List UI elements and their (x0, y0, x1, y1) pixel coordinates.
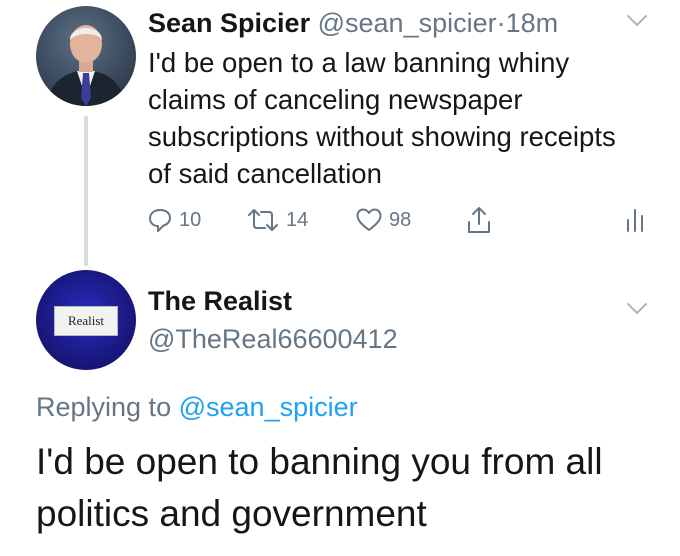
retweet-button[interactable]: 14 (246, 204, 308, 236)
chevron-down-icon[interactable] (624, 300, 650, 318)
replying-to-line: Replying to @sean_spicier (36, 390, 358, 424)
avatar-the-realist[interactable]: Realist (36, 270, 136, 370)
tweet-header: Sean Spicier @sean_spicier·18m (148, 6, 558, 40)
share-icon (468, 207, 490, 233)
analytics-button[interactable] (624, 204, 646, 236)
avatar-photo (46, 25, 126, 106)
thread-line (84, 116, 88, 266)
author-name[interactable]: Sean Spicier (148, 8, 310, 38)
retweet-icon (248, 209, 278, 231)
retweet-count: 14 (286, 208, 309, 231)
author-name[interactable]: The Realist (148, 284, 292, 318)
avatar-sean-spicier[interactable] (36, 6, 136, 106)
reply-count: 10 (179, 208, 202, 231)
reply-icon (149, 209, 171, 232)
chevron-down-icon[interactable] (624, 12, 650, 30)
like-button[interactable]: 98 (355, 204, 411, 236)
timestamp[interactable]: 18m (506, 8, 559, 38)
like-count: 98 (389, 208, 412, 231)
reply-button[interactable]: 10 (147, 204, 201, 236)
tweet-text: I'd be open to a law banning whiny claim… (148, 47, 616, 189)
replying-prefix: Replying to (36, 392, 172, 422)
author-handle[interactable]: @sean_spicier (318, 8, 497, 38)
share-button[interactable] (466, 204, 492, 236)
separator: · (496, 8, 506, 38)
analytics-icon (627, 209, 643, 232)
author-handle[interactable]: @TheReal66600412 (148, 322, 398, 356)
avatar-card: Realist (54, 306, 118, 336)
like-icon (356, 208, 382, 231)
reply-text: I'd be open to banning you from all poli… (36, 441, 603, 534)
replying-mention-link[interactable]: @sean_spicier (179, 392, 358, 422)
